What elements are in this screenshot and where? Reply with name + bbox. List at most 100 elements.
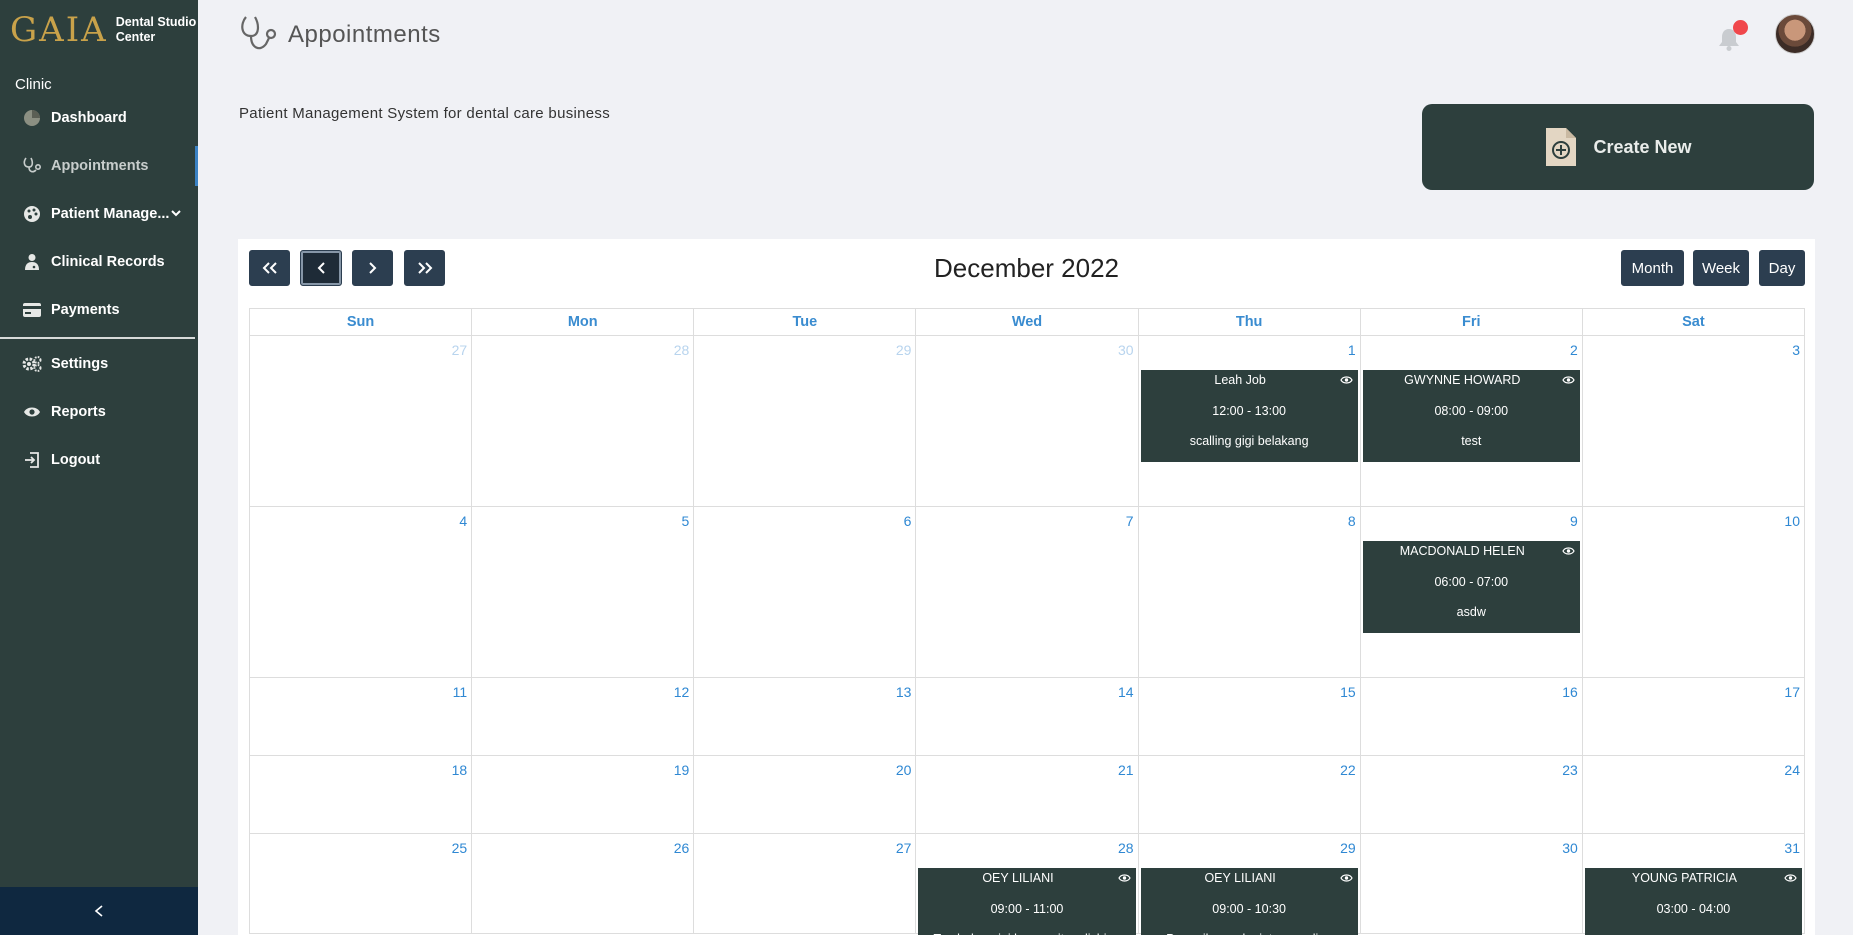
- day-number[interactable]: 30: [1562, 840, 1578, 856]
- day-number[interactable]: 6: [904, 513, 912, 529]
- calendar-day-cell[interactable]: 28 OEY LILIANI09:00 - 11:00Tambalan gigi …: [915, 833, 1139, 935]
- prev-year-button[interactable]: [249, 250, 290, 286]
- calendar-day-cell[interactable]: 3: [1581, 335, 1806, 507]
- day-number[interactable]: 29: [896, 342, 912, 358]
- sidebar-item-patient-management[interactable]: Patient Manage...: [0, 194, 198, 234]
- calendar-day-cell[interactable]: 15: [1137, 677, 1361, 756]
- next-month-button[interactable]: [352, 250, 393, 286]
- appointment-event[interactable]: Leah Job 12:00 - 13:00 scalling gigi belak…: [1140, 370, 1358, 462]
- appointment-event[interactable]: OEY LILIANI09:00 - 11:00Tambalan gigi ko…: [918, 868, 1136, 935]
- eye-icon[interactable]: [1117, 873, 1131, 883]
- eye-icon[interactable]: [1562, 546, 1575, 556]
- calendar-day-cell[interactable]: 18: [248, 755, 473, 834]
- sidebar-item-settings[interactable]: Settings: [0, 344, 198, 384]
- calendar-day-cell[interactable]: 17: [1581, 677, 1806, 756]
- day-number[interactable]: 20: [896, 762, 912, 778]
- calendar-day-cell[interactable]: 13: [693, 677, 917, 756]
- day-number[interactable]: 13: [896, 684, 912, 700]
- calendar-day-cell[interactable]: 4: [248, 506, 473, 678]
- calendar-day-cell[interactable]: 14: [915, 677, 1139, 756]
- next-year-button[interactable]: [404, 250, 445, 286]
- calendar-day-cell[interactable]: 30: [915, 335, 1139, 507]
- calendar-day-cell[interactable]: 6: [693, 506, 917, 678]
- day-number[interactable]: 27: [452, 342, 468, 358]
- day-number[interactable]: 14: [1118, 684, 1134, 700]
- day-number[interactable]: 5: [681, 513, 689, 529]
- day-number[interactable]: 25: [452, 840, 468, 856]
- calendar-day-cell[interactable]: 30: [1359, 833, 1583, 934]
- eye-icon[interactable]: [1562, 375, 1575, 385]
- calendar-day-cell[interactable]: 21: [915, 755, 1139, 834]
- day-number[interactable]: 28: [1118, 840, 1134, 856]
- calendar-day-cell[interactable]: 19: [471, 755, 695, 834]
- sidebar-item-payments[interactable]: Payments: [0, 290, 198, 330]
- prev-month-button[interactable]: [300, 250, 342, 286]
- brand-logo[interactable]: GAIA Dental Studio Center: [10, 12, 196, 48]
- calendar-day-cell[interactable]: 7: [915, 506, 1139, 678]
- eye-icon[interactable]: [1784, 873, 1797, 883]
- calendar-day-cell[interactable]: 1 Leah Job 12:00 - 13:00 scalling gigi bela…: [1137, 335, 1361, 507]
- calendar-day-cell[interactable]: 29: [693, 335, 917, 507]
- day-view-button[interactable]: Day: [1759, 250, 1805, 286]
- day-number[interactable]: 24: [1784, 762, 1800, 778]
- avatar[interactable]: [1775, 14, 1815, 54]
- calendar-day-cell[interactable]: 5: [471, 506, 695, 678]
- day-number[interactable]: 23: [1562, 762, 1578, 778]
- calendar-day-cell[interactable]: 29 OEY LILIANI09:00 - 10:30Pemeriksaan la…: [1137, 833, 1361, 935]
- appointment-event[interactable]: YOUNG PATRICIA 03:00 - 04:00: [1584, 868, 1802, 935]
- month-view-button[interactable]: Month: [1621, 250, 1684, 286]
- day-number[interactable]: 1: [1348, 342, 1356, 358]
- calendar-day-cell[interactable]: 25: [248, 833, 473, 934]
- calendar-day-cell[interactable]: 12: [471, 677, 695, 756]
- sidebar-item-appointments[interactable]: Appointments: [0, 146, 198, 186]
- day-number[interactable]: 12: [674, 684, 690, 700]
- day-number[interactable]: 17: [1784, 684, 1800, 700]
- calendar-day-cell[interactable]: 23: [1359, 755, 1583, 834]
- day-number[interactable]: 26: [674, 840, 690, 856]
- calendar-day-cell[interactable]: 10: [1581, 506, 1806, 678]
- day-number[interactable]: 9: [1570, 513, 1578, 529]
- calendar-day-cell[interactable]: 27: [693, 833, 917, 934]
- calendar-day-cell[interactable]: 27: [248, 335, 473, 507]
- calendar-day-cell[interactable]: 16: [1359, 677, 1583, 756]
- day-number[interactable]: 10: [1784, 513, 1800, 529]
- day-number[interactable]: 29: [1340, 840, 1356, 856]
- appointment-event[interactable]: GWYNNE HOWARD 08:00 - 09:00 test: [1362, 370, 1580, 462]
- calendar-day-cell[interactable]: 9 MACDONALD HELEN 06:00 - 07:00 asdw: [1359, 506, 1583, 678]
- day-number[interactable]: 28: [674, 342, 690, 358]
- calendar-day-cell[interactable]: 2 GWYNNE HOWARD 08:00 - 09:00 test: [1359, 335, 1583, 507]
- day-number[interactable]: 30: [1118, 342, 1134, 358]
- day-number[interactable]: 19: [674, 762, 690, 778]
- day-number[interactable]: 15: [1340, 684, 1356, 700]
- eye-icon[interactable]: [1340, 873, 1353, 883]
- calendar-day-cell[interactable]: 26: [471, 833, 695, 934]
- day-number[interactable]: 22: [1340, 762, 1356, 778]
- calendar-day-cell[interactable]: 31 YOUNG PATRICIA 03:00 - 04:00: [1581, 833, 1806, 935]
- calendar-day-cell[interactable]: 11: [248, 677, 473, 756]
- day-number[interactable]: 8: [1348, 513, 1356, 529]
- day-number[interactable]: 4: [459, 513, 467, 529]
- appointment-event[interactable]: OEY LILIANI09:00 - 10:30Pemeriksaan lanj…: [1140, 868, 1358, 935]
- sidebar-collapse-button[interactable]: [0, 887, 198, 935]
- day-number[interactable]: 7: [1126, 513, 1134, 529]
- day-number[interactable]: 16: [1562, 684, 1578, 700]
- calendar-day-cell[interactable]: 28: [471, 335, 695, 507]
- calendar-day-cell[interactable]: 22: [1137, 755, 1361, 834]
- calendar-day-cell[interactable]: 24: [1581, 755, 1806, 834]
- day-number[interactable]: 3: [1792, 342, 1800, 358]
- sidebar-item-dashboard[interactable]: Dashboard: [0, 98, 198, 138]
- calendar-day-cell[interactable]: 20: [693, 755, 917, 834]
- calendar-day-cell[interactable]: 8: [1137, 506, 1361, 678]
- week-view-button[interactable]: Week: [1693, 250, 1749, 286]
- day-number[interactable]: 27: [896, 840, 912, 856]
- create-new-button[interactable]: Create New: [1422, 104, 1814, 190]
- day-number[interactable]: 21: [1118, 762, 1134, 778]
- sidebar-item-reports[interactable]: Reports: [0, 392, 198, 432]
- sidebar-item-logout[interactable]: Logout: [0, 440, 198, 480]
- day-number[interactable]: 18: [452, 762, 468, 778]
- appointment-event[interactable]: MACDONALD HELEN 06:00 - 07:00 asdw: [1362, 541, 1580, 633]
- day-number[interactable]: 31: [1784, 840, 1800, 856]
- eye-icon[interactable]: [1340, 375, 1353, 385]
- sidebar-item-clinical-records[interactable]: Clinical Records: [0, 242, 198, 282]
- day-number[interactable]: 11: [453, 684, 468, 700]
